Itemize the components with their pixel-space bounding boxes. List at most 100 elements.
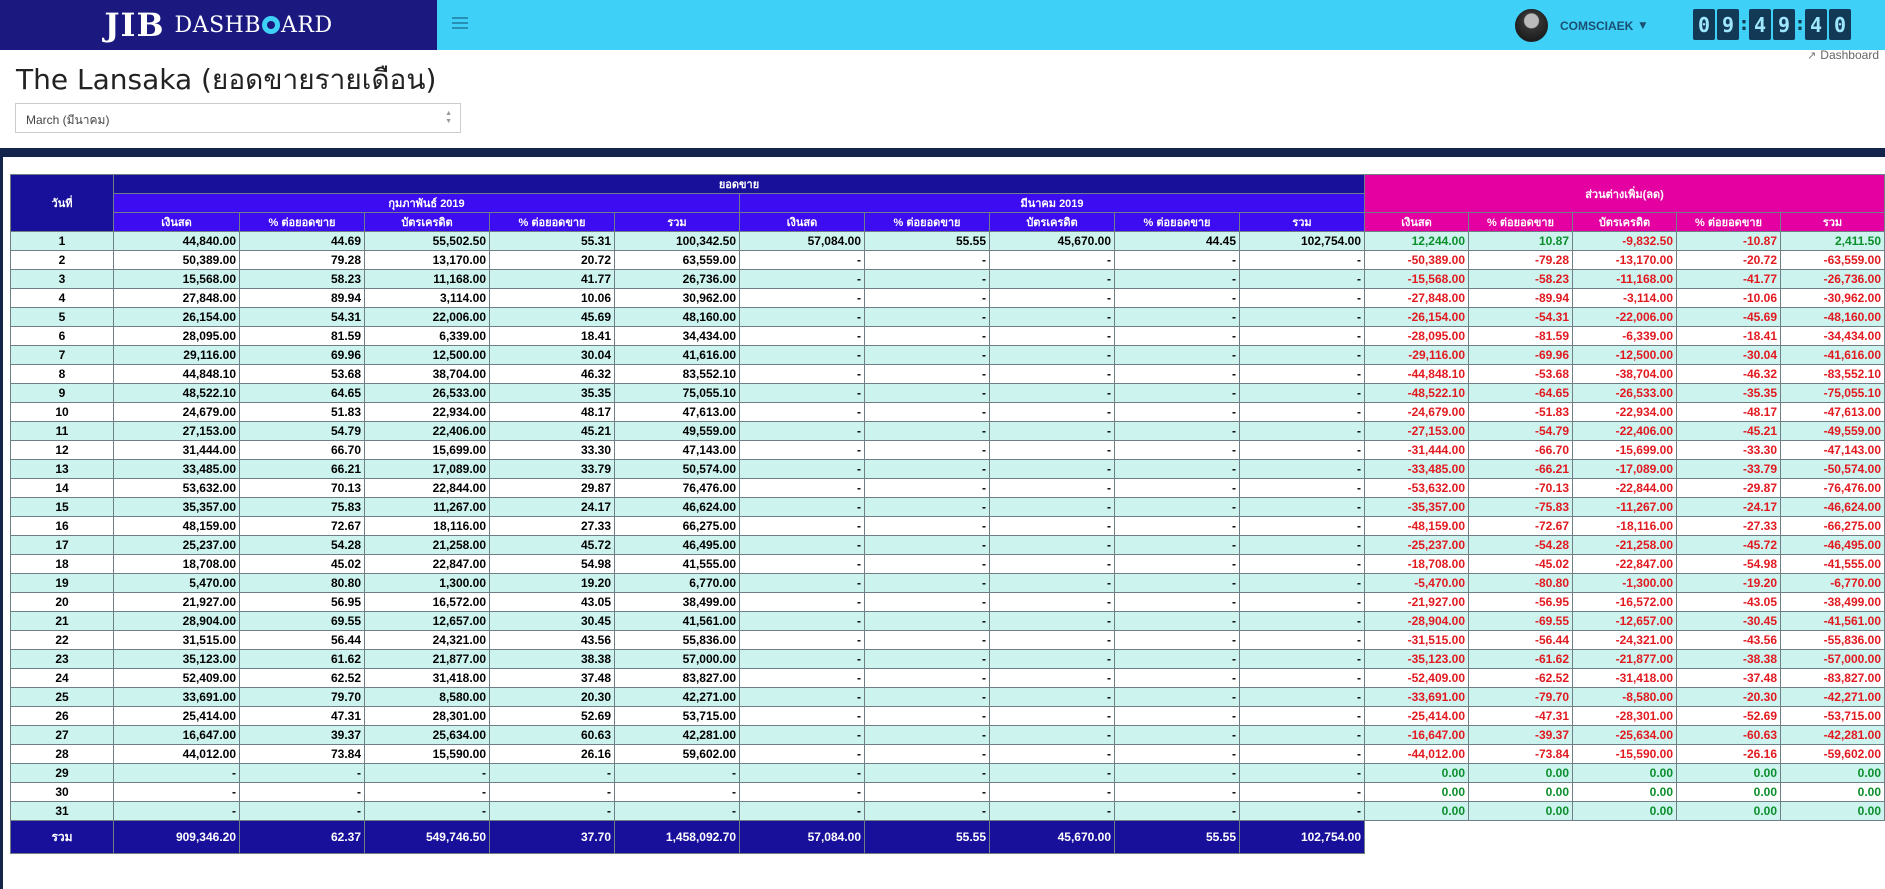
column-header-diff[interactable]: รวม <box>1780 212 1885 232</box>
day-cell: 7 <box>10 345 114 365</box>
diff-cell: -22,844.00 <box>1572 478 1677 498</box>
table-row: 28 44,012.00 73.84 15,590.00 26.16 59,602.00-… <box>10 744 1885 764</box>
curr-cell: - <box>989 706 1115 726</box>
prev-cell: 49,559.00 <box>614 421 740 441</box>
diff-cell: 0.00 <box>1676 801 1781 821</box>
month-select[interactable]: March (มีนาคม) ▲ ▼ <box>15 103 461 133</box>
table-row: 9 48,522.10 64.65 26,533.00 35.35 75,055.10- -… <box>10 383 1885 403</box>
diff-cell: -26,533.00 <box>1572 383 1677 403</box>
diff-cell: -46,624.00 <box>1780 497 1885 517</box>
prev-cell: 38,704.00 <box>364 364 490 384</box>
curr-cell: - <box>989 687 1115 707</box>
diff-cell: -53,715.00 <box>1780 706 1885 726</box>
diff-cell: -15,590.00 <box>1572 744 1677 764</box>
user-menu[interactable]: COMSCIAEK ▼ <box>1515 9 1646 42</box>
prev-cell: 22,406.00 <box>364 421 490 441</box>
diff-cell: -22,847.00 <box>1572 554 1677 574</box>
diff-cell: -30.04 <box>1676 345 1781 365</box>
curr-cell: - <box>864 668 990 688</box>
header-day: วันที่ <box>10 174 114 232</box>
column-header-diff[interactable]: เงินสด <box>1364 212 1469 232</box>
diff-cell: 0.00 <box>1780 801 1885 821</box>
prev-cell: 41,555.00 <box>614 554 740 574</box>
total-blank <box>1364 820 1885 854</box>
diff-cell: -38,499.00 <box>1780 592 1885 612</box>
column-header-diff[interactable]: % ต่อยอดขาย <box>1468 212 1573 232</box>
prev-cell: 48.17 <box>489 402 615 422</box>
column-header-curr[interactable]: % ต่อยอดขาย <box>1114 212 1240 232</box>
curr-cell: - <box>864 725 990 745</box>
clock-digit: 9 <box>1773 9 1795 40</box>
prev-cell: 41,561.00 <box>614 611 740 631</box>
column-header-curr[interactable]: บัตรเครดิต <box>989 212 1115 232</box>
curr-cell: - <box>864 421 990 441</box>
diff-cell: -30.45 <box>1676 611 1781 631</box>
prev-cell: 3,114.00 <box>364 288 490 308</box>
column-header-prev[interactable]: % ต่อยอดขาย <box>239 212 365 232</box>
curr-cell: - <box>864 744 990 764</box>
prev-cell: 83,552.10 <box>614 364 740 384</box>
diff-cell: -41,555.00 <box>1780 554 1885 574</box>
curr-cell: - <box>864 364 990 384</box>
column-header-curr[interactable]: % ต่อยอดขาย <box>864 212 990 232</box>
diff-cell: -31,444.00 <box>1364 440 1469 460</box>
column-header-diff[interactable]: บัตรเครดิต <box>1572 212 1677 232</box>
day-cell: 3 <box>10 269 114 289</box>
prev-cell: 21,258.00 <box>364 535 490 555</box>
table-row: 10 24,679.00 51.83 22,934.00 48.17 47,613.00-… <box>10 402 1885 422</box>
curr-cell: - <box>989 573 1115 593</box>
brand-logo[interactable]: JIB DASHB ARD <box>0 0 437 50</box>
prev-cell: 6,770.00 <box>614 573 740 593</box>
diff-cell: -60.63 <box>1676 725 1781 745</box>
prev-cell: 21,927.00 <box>113 592 240 612</box>
column-header-prev[interactable]: บัตรเครดิต <box>364 212 490 232</box>
curr-cell: - <box>739 307 865 327</box>
prev-cell: 25,414.00 <box>113 706 240 726</box>
curr-cell: - <box>739 725 865 745</box>
prev-cell: 25,237.00 <box>113 535 240 555</box>
hamburger-menu-icon[interactable] <box>452 14 468 30</box>
diff-cell: -16,647.00 <box>1364 725 1469 745</box>
header-prev-month: กุมภาพันธ์ 2019 <box>113 193 740 213</box>
column-header-curr[interactable]: รวม <box>1239 212 1365 232</box>
avatar <box>1515 9 1548 42</box>
diff-cell: -66.70 <box>1468 440 1573 460</box>
table-row: 8 44,848.10 53.68 38,704.00 46.32 83,552.10- -… <box>10 364 1885 384</box>
prev-cell: 75.83 <box>239 497 365 517</box>
breadcrumb[interactable]: ↗ Dashboard <box>1807 48 1879 62</box>
curr-cell: - <box>864 269 990 289</box>
prev-cell: 26.16 <box>489 744 615 764</box>
diff-cell: -21,927.00 <box>1364 592 1469 612</box>
prev-cell: 8,580.00 <box>364 687 490 707</box>
header-difference: ส่วนต่างเพิ่ม(ลด) <box>1364 174 1885 213</box>
column-header-prev[interactable]: รวม <box>614 212 740 232</box>
curr-cell: 44.45 <box>1114 231 1240 251</box>
prev-cell: 100,342.50 <box>614 231 740 251</box>
column-header-diff[interactable]: % ต่อยอดขาย <box>1676 212 1781 232</box>
table-row: 22 31,515.00 56.44 24,321.00 43.56 55,836.00-… <box>10 630 1885 650</box>
prev-cell: - <box>113 763 240 783</box>
prev-cell: - <box>239 782 365 802</box>
curr-cell: - <box>989 345 1115 365</box>
diff-cell: 0.00 <box>1780 782 1885 802</box>
diff-cell: -58.23 <box>1468 269 1573 289</box>
prev-cell: 33.30 <box>489 440 615 460</box>
curr-cell: - <box>1114 611 1240 631</box>
day-cell: 19 <box>10 573 114 593</box>
prev-cell: 55,836.00 <box>614 630 740 650</box>
prev-cell: 46,495.00 <box>614 535 740 555</box>
prev-cell: 30.04 <box>489 345 615 365</box>
diff-cell: -38,704.00 <box>1572 364 1677 384</box>
column-header-curr[interactable]: เงินสด <box>739 212 865 232</box>
curr-cell: - <box>1114 307 1240 327</box>
column-header-prev[interactable]: % ต่อยอดขาย <box>489 212 615 232</box>
curr-cell: - <box>989 288 1115 308</box>
column-header-prev[interactable]: เงินสด <box>113 212 240 232</box>
curr-cell: - <box>739 402 865 422</box>
curr-cell: - <box>1239 421 1365 441</box>
prev-cell: 16,647.00 <box>113 725 240 745</box>
table-row: 15 35,357.00 75.83 11,267.00 24.17 46,624.00-… <box>10 497 1885 517</box>
prev-cell: 28,904.00 <box>113 611 240 631</box>
curr-cell: - <box>1114 744 1240 764</box>
prev-cell: 54.79 <box>239 421 365 441</box>
